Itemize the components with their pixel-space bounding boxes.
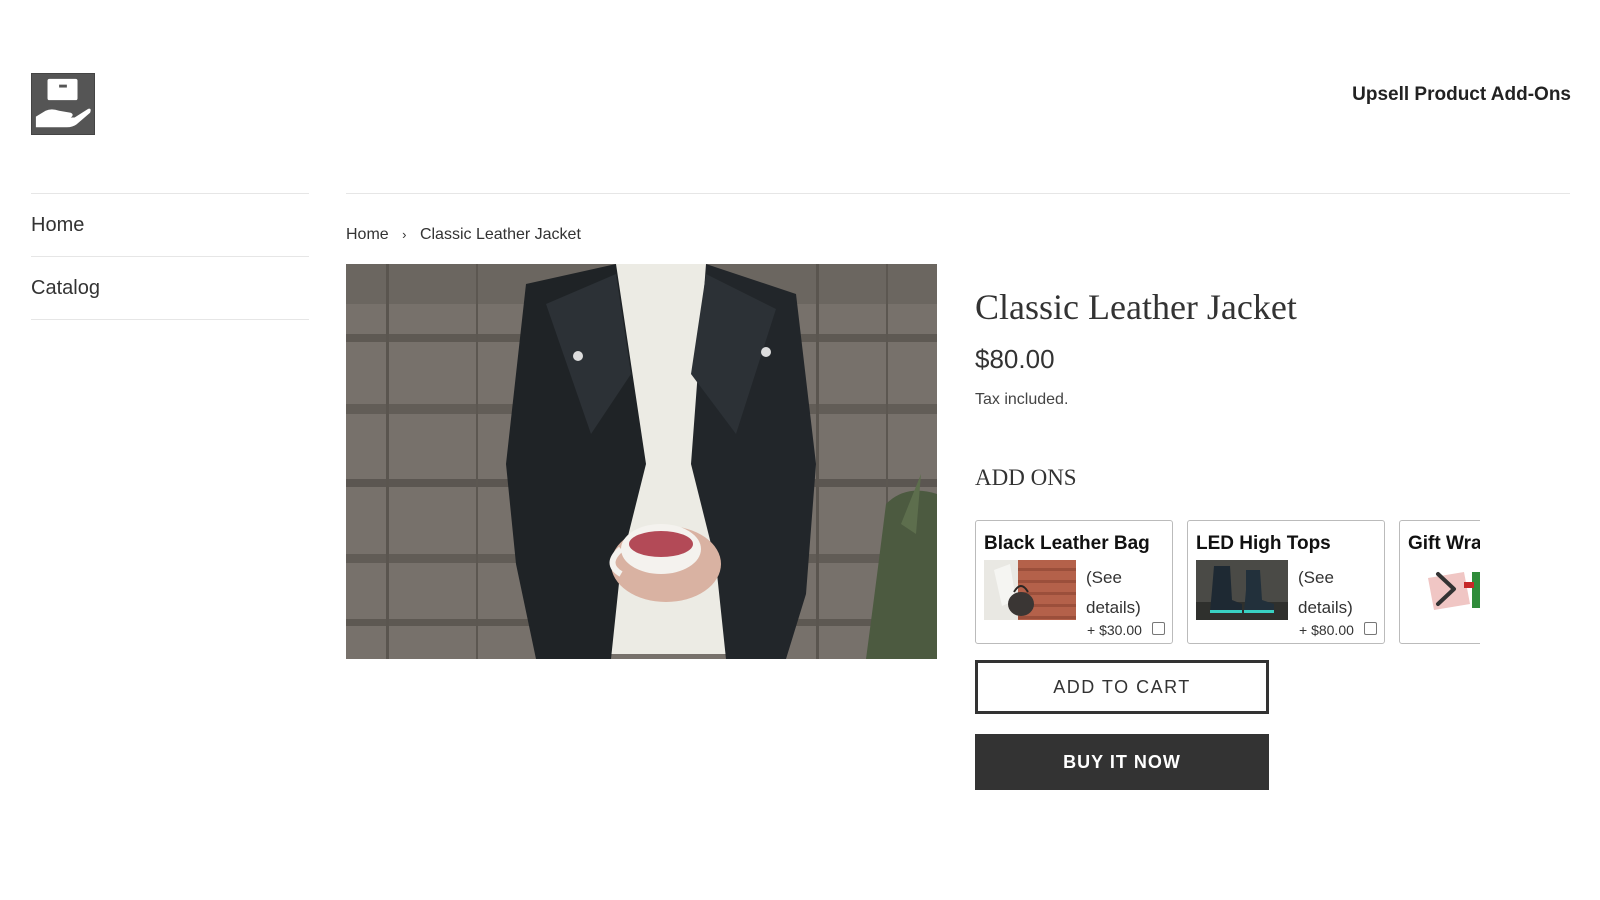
sidebar-nav: Home Catalog [31, 193, 309, 320]
carousel-next-button[interactable] [1428, 568, 1464, 610]
addon-name[interactable]: LED High Tops [1196, 533, 1331, 555]
addon-card: Black Leather Bag (See details) + $30.00 [975, 520, 1173, 644]
addon-checkbox[interactable] [1364, 622, 1377, 635]
addon-name[interactable]: Black Leather Bag [984, 533, 1150, 555]
addon-details-link[interactable]: (See details) [1298, 563, 1378, 623]
breadcrumb: Home › Classic Leather Jacket [346, 226, 581, 244]
addons-heading: ADD ONS [975, 465, 1077, 490]
addon-checkbox[interactable] [1152, 622, 1165, 635]
add-to-cart-button[interactable]: ADD TO CART [975, 660, 1269, 714]
addon-thumbnail[interactable] [984, 560, 1076, 620]
breadcrumb-home-link[interactable]: Home [346, 226, 389, 243]
addon-price: + $30.00 [1087, 622, 1142, 638]
buy-it-now-button[interactable]: BUY IT NOW [975, 734, 1269, 790]
header-divider [346, 193, 1570, 194]
breadcrumb-current: Classic Leather Jacket [419, 226, 581, 243]
product-price: $80.00 [975, 344, 1055, 374]
addon-price: + $80.00 [1299, 622, 1354, 638]
nav-item-home[interactable]: Home [31, 194, 309, 257]
chevron-right-icon [1436, 572, 1456, 606]
addon-card: LED High Tops (See details) + $80.00 [1187, 520, 1385, 644]
addon-thumbnail[interactable] [1196, 560, 1288, 620]
addon-carousel: Black Leather Bag (See details) + $30.00 [975, 520, 1480, 648]
addon-name[interactable]: Gift Wra [1408, 533, 1480, 555]
product-image[interactable] [346, 264, 937, 659]
jacket-photo [346, 264, 937, 659]
site-title[interactable]: Upsell Product Add-Ons [1352, 84, 1571, 106]
high-tops-photo [1196, 560, 1288, 620]
tax-note: Tax included. [975, 391, 1069, 408]
store-logo[interactable] [31, 73, 95, 135]
addon-details-link[interactable]: (See details) [1086, 563, 1166, 623]
hand-box-icon [35, 78, 91, 128]
nav-item-catalog[interactable]: Catalog [31, 257, 309, 320]
breadcrumb-separator: › [402, 227, 407, 242]
product-title: Classic Leather Jacket [975, 287, 1297, 327]
leather-bag-photo [984, 560, 1076, 620]
